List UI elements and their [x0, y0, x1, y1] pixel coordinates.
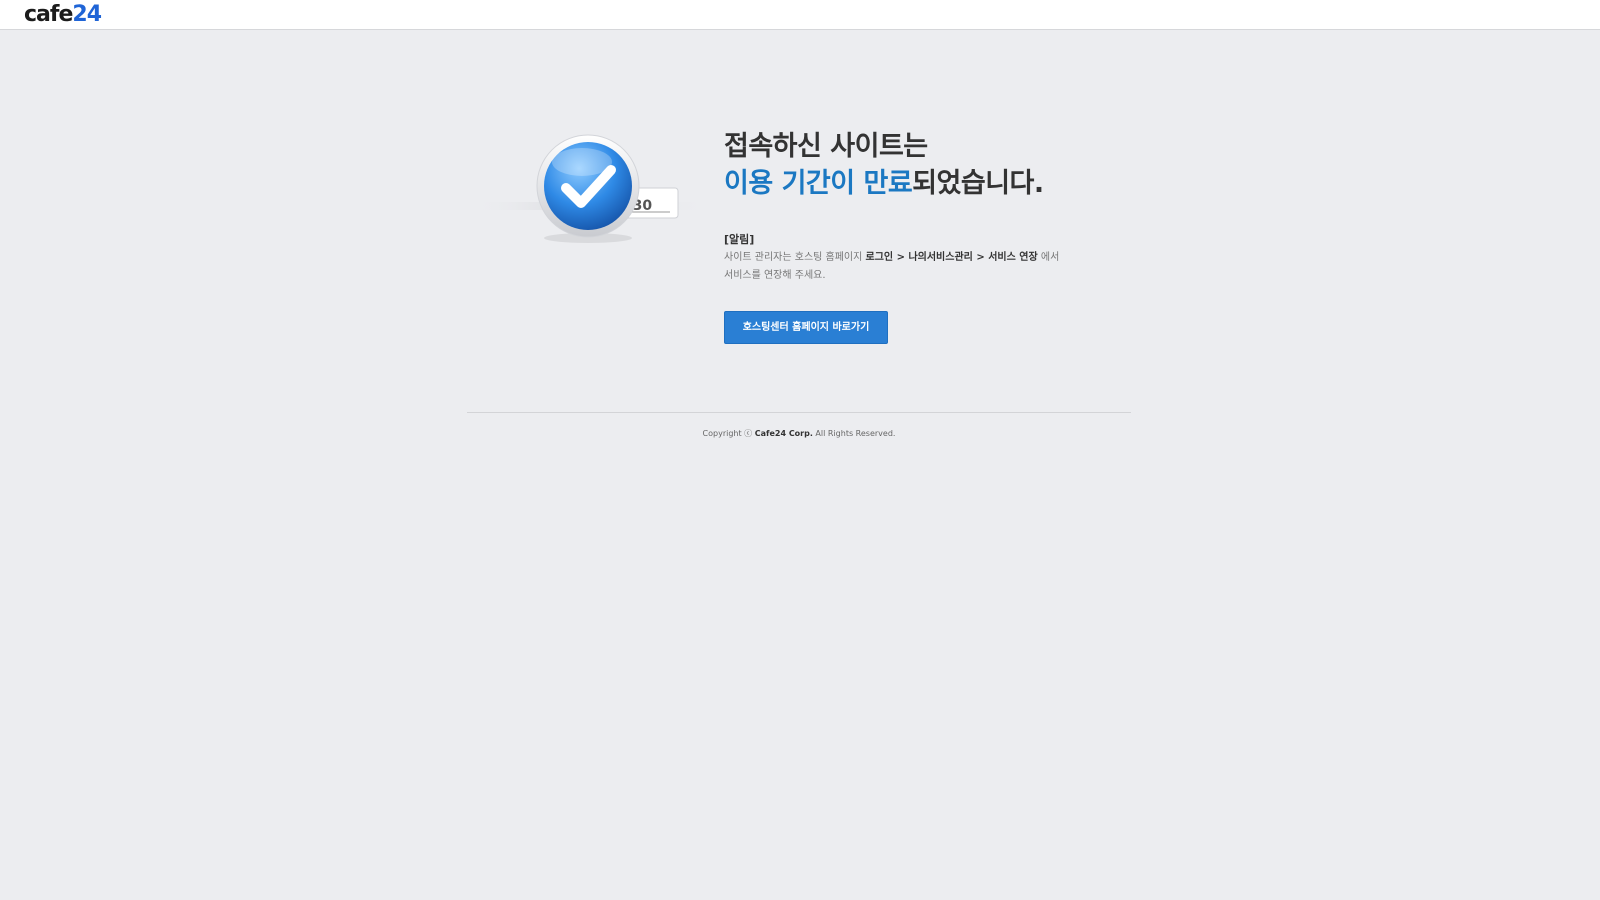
copyright-company: Cafe24 Corp.	[754, 429, 813, 438]
notice-body: 사이트 관리자는 호스팅 홈페이지 로그인 > 나의서비스관리 > 서비스 연장…	[724, 249, 1104, 285]
notice-text-suffix: 에서	[1037, 252, 1060, 263]
title-highlight: 이용 기간이 만료	[724, 168, 913, 199]
footer-divider	[467, 412, 1131, 413]
cafe24-logo[interactable]: cafe24	[24, 1, 102, 29]
logo-text-24: 24	[72, 2, 102, 27]
notice-menu-path: 로그인 > 나의서비스관리 > 서비스 연장	[865, 252, 1038, 263]
expired-illustration: AY.30	[470, 130, 710, 250]
notice-text-prefix: 사이트 관리자는 호스팅 홈페이지	[724, 252, 866, 263]
notice-title: [알림]	[724, 233, 755, 246]
title-line2-rest: 되었습니다.	[912, 168, 1044, 199]
hosting-center-button[interactable]: 호스팅센터 홈페이지 바로가기	[724, 311, 888, 344]
copyright: Copyright ⓒ Cafe24 Corp. All Rights Rese…	[467, 428, 1131, 439]
page-title: 접속하신 사이트는 이용 기간이 만료되었습니다.	[724, 128, 1044, 202]
title-line1: 접속하신 사이트는	[724, 131, 928, 162]
copyright-prefix: Copyright ⓒ	[702, 429, 755, 438]
copyright-suffix: All Rights Reserved.	[812, 429, 896, 438]
check-badge-illustration: AY.30	[470, 134, 710, 243]
logo-text-cafe: cafe	[24, 2, 73, 27]
notice-line2: 서비스를 연장해 주세요.	[724, 270, 826, 281]
top-bar: cafe24	[0, 0, 1600, 30]
